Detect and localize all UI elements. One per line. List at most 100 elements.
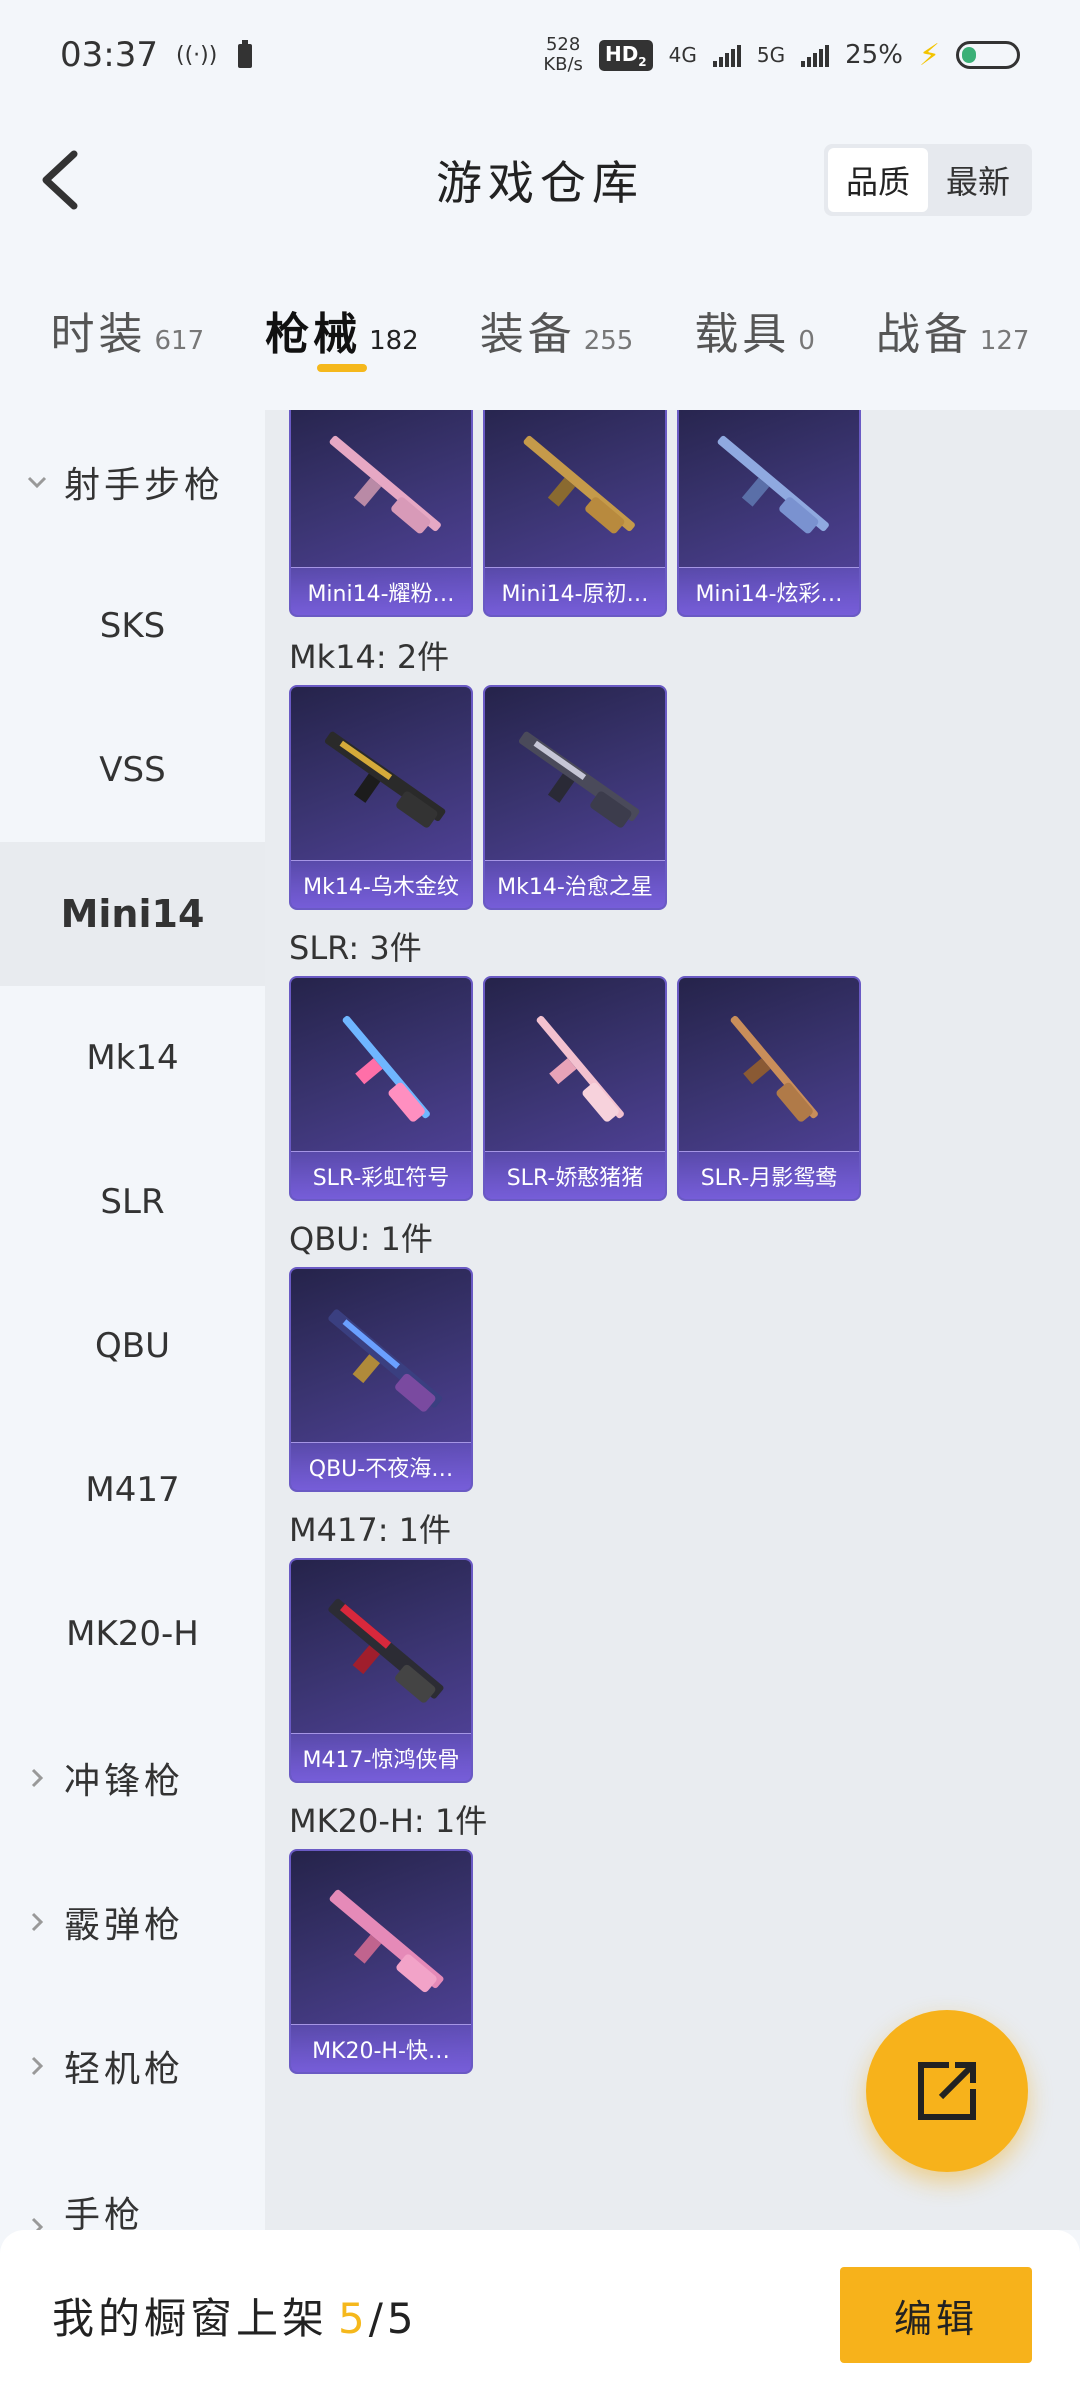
sidebar-group-label: 霰弹枪 (64, 1905, 185, 1946)
tab-fashion[interactable]: 时装 617 (50, 270, 204, 380)
slr-row: SLR-彩虹符号 SLR-娇憨猪猪 SLR-月影鸳鸯 (265, 976, 1080, 1201)
tab-count: 127 (979, 326, 1030, 356)
chevron-down-icon (27, 476, 47, 489)
skin-name: SLR-娇憨猪猪 (485, 1151, 665, 1199)
group-label-mk14: Mk14: 2件 (289, 638, 450, 676)
skin-card[interactable]: MK20-H-快… (289, 1849, 473, 2074)
showcase-total: /5 (368, 2293, 418, 2343)
weapon-sidebar: 射手步枪 SKS VSS Mini14 Mk14 SLR QBU M417 MK… (0, 410, 265, 2237)
rifle-icon (523, 435, 635, 534)
share-fab-button[interactable] (866, 2010, 1028, 2172)
rifle-icon (730, 1015, 818, 1122)
m417-row: M417-惊鸿侠骨 (265, 1558, 1080, 1783)
skin-name: M417-惊鸿侠骨 (291, 1733, 471, 1781)
sort-newest-button[interactable]: 最新 (928, 148, 1028, 212)
rifle-icon (328, 1598, 444, 1703)
tab-vehicles[interactable]: 载具 0 (694, 270, 815, 380)
battery-small-icon (238, 40, 253, 68)
skin-card[interactable]: M417-惊鸿侠骨 (289, 1558, 473, 1783)
rifle-icon (518, 731, 640, 828)
rifle-icon (329, 1889, 444, 1993)
group-label-qbu: QBU: 1件 (289, 1220, 433, 1258)
sidebar-item-mini14[interactable]: Mini14 (0, 842, 265, 986)
mk14-row: Mk14-乌木金纹 Mk14-治愈之星 (265, 685, 1080, 910)
sort-toggle: 品质 最新 (824, 144, 1032, 216)
charging-icon: ⚡ (918, 37, 940, 73)
skin-card[interactable]: Mini14-原初… (483, 410, 667, 617)
rifle-icon (329, 435, 441, 534)
status-left: 03:37 ((·)) (60, 35, 255, 75)
tab-label: 枪械 (265, 309, 362, 360)
mini14-row: Mini14-耀粉… Mini14-原初… Mini14-炫彩… (265, 410, 1080, 617)
skin-card[interactable]: Mini14-耀粉… (289, 410, 473, 617)
sidebar-item-mk20h[interactable]: MK20-H (0, 1562, 265, 1706)
battery-percent: 25% (845, 40, 903, 70)
hd-icon: HD2 (598, 39, 653, 71)
tab-label: 战备 (875, 309, 972, 360)
bottom-bar: 我的橱窗上架 5 /5 编辑 (0, 2230, 1080, 2400)
sidebar-item-m417[interactable]: M417 (0, 1418, 265, 1562)
skin-card[interactable]: SLR-娇憨猪猪 (483, 976, 667, 1201)
sidebar-item-sks[interactable]: SKS (0, 554, 265, 698)
app-header: 游戏仓库 品质 最新 (0, 110, 1080, 250)
sort-quality-button[interactable]: 品质 (828, 148, 928, 212)
back-button[interactable] (30, 150, 90, 210)
skin-name: MK20-H-快… (291, 2024, 471, 2072)
skin-card[interactable]: Mk14-治愈之星 (483, 685, 667, 910)
sidebar-group-shotgun[interactable]: 霰弹枪 (0, 1850, 265, 1994)
skin-name: Mini14-原初… (485, 567, 665, 615)
tab-label: 时装 (50, 309, 147, 360)
sidebar-group-label: 射手步枪 (64, 465, 225, 506)
tab-count: 617 (154, 326, 205, 356)
tab-label: 载具 (694, 309, 791, 360)
status-bar: 03:37 ((·)) 528 KB/s HD2 4G 5G 25% ⚡ (0, 0, 1080, 110)
sidebar-item-mk14[interactable]: Mk14 (0, 986, 265, 1130)
tab-count: 255 (583, 326, 634, 356)
showcase-status: 我的橱窗上架 5 /5 (52, 2285, 418, 2346)
skin-card[interactable]: Mk14-乌木金纹 (289, 685, 473, 910)
vibrate-icon: ((·)) (175, 42, 218, 68)
battery-icon (956, 41, 1020, 69)
sidebar-group-lmg[interactable]: 轻机枪 (0, 1994, 265, 2138)
sidebar-item-qbu[interactable]: QBU (0, 1274, 265, 1418)
tab-supplies[interactable]: 战备 127 (876, 270, 1030, 380)
skin-name: SLR-彩虹符号 (291, 1151, 471, 1199)
sidebar-group-marksman-rifles[interactable]: 射手步枪 (0, 410, 265, 554)
skin-name: QBU-不夜海… (291, 1442, 471, 1490)
skin-card[interactable]: QBU-不夜海… (289, 1267, 473, 1492)
group-label-m417: M417: 1件 (289, 1511, 452, 1549)
category-tabs: 时装 617 枪械 182 装备 255 载具 0 战备 127 (0, 270, 1080, 410)
net-speed: 528 KB/s (543, 34, 583, 75)
skin-name: Mini14-耀粉… (291, 567, 471, 615)
sidebar-group-label: 轻机枪 (64, 2049, 185, 2090)
showcase-count: 5 (338, 2293, 369, 2343)
rifle-icon (717, 435, 829, 534)
skin-name: SLR-月影鸳鸯 (679, 1151, 859, 1199)
tab-active-indicator (316, 364, 367, 372)
chevron-right-icon (31, 1912, 44, 1932)
skin-card[interactable]: SLR-彩虹符号 (289, 976, 473, 1201)
rifle-icon (324, 731, 446, 828)
showcase-label: 我的橱窗上架 (52, 2293, 329, 2343)
chevron-right-icon (31, 2056, 44, 2076)
tab-label: 装备 (479, 309, 576, 360)
clock: 03:37 (60, 35, 158, 75)
sidebar-group-smg[interactable]: 冲锋枪 (0, 1706, 265, 1850)
group-label-slr: SLR: 3件 (289, 929, 422, 967)
sidebar-item-slr[interactable]: SLR (0, 1130, 265, 1274)
external-link-icon (918, 2062, 976, 2120)
tab-equipment[interactable]: 装备 255 (480, 270, 634, 380)
skin-card[interactable]: SLR-月影鸳鸯 (677, 976, 861, 1201)
rifle-icon (342, 1015, 430, 1122)
tab-count: 182 (369, 326, 419, 356)
weapon-grid: Mini14-耀粉… Mini14-原初… Mini14-炫彩… Mk14: 2… (265, 410, 1080, 2230)
skin-card[interactable]: Mini14-炫彩… (677, 410, 861, 617)
group-label-mk20h: MK20-H: 1件 (289, 1802, 488, 1840)
sidebar-item-vss[interactable]: VSS (0, 698, 265, 842)
signal-5g-icon (801, 43, 830, 67)
edit-button[interactable]: 编辑 (840, 2267, 1032, 2363)
tab-firearms[interactable]: 枪械 182 (265, 270, 419, 380)
qbu-row: QBU-不夜海… (265, 1267, 1080, 1492)
skin-name: Mk14-乌木金纹 (291, 860, 471, 908)
page-title: 游戏仓库 (436, 156, 644, 210)
